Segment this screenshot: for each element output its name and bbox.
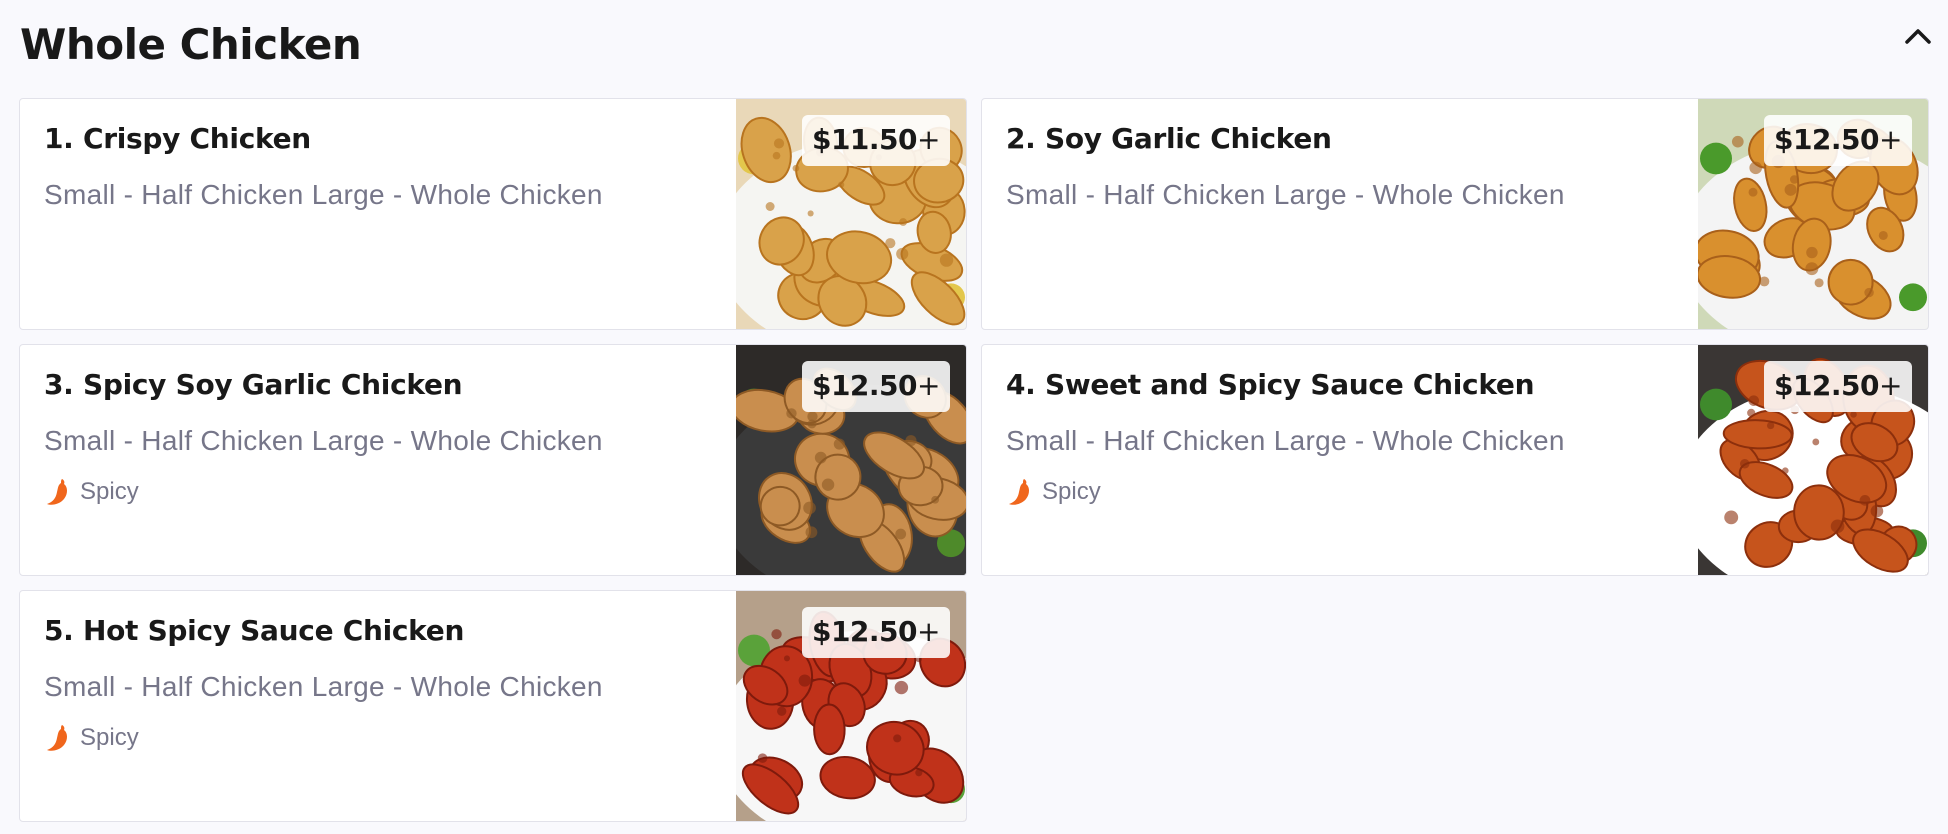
price-suffix: +: [917, 615, 940, 648]
menu-item-image: $12.50+: [736, 591, 966, 821]
menu-item-image: $12.50+: [1698, 99, 1928, 329]
menu-item-description: Small - Half Chicken Large - Whole Chick…: [1006, 179, 1565, 211]
menu-item-name: 2. Soy Garlic Chicken: [1006, 122, 1332, 155]
price-value: $12.50: [1773, 369, 1880, 402]
menu-item-info: 3. Spicy Soy Garlic Chicken Small - Half…: [44, 367, 716, 507]
section-title: Whole Chicken: [20, 19, 362, 69]
price-badge: $12.50+: [801, 607, 950, 658]
price-badge: $12.50+: [1763, 361, 1912, 412]
menu-item-name: 4. Sweet and Spicy Sauce Chicken: [1006, 368, 1535, 401]
menu-item-description: Small - Half Chicken Large - Whole Chick…: [44, 425, 603, 457]
menu-item-card-1[interactable]: 1. Crispy Chicken Small - Half Chicken L…: [19, 98, 967, 330]
spicy-label: Spicy: [80, 478, 139, 506]
spicy-tag: Spicy: [44, 723, 716, 753]
menu-item-name: 1. Crispy Chicken: [44, 122, 311, 155]
section-header: Whole Chicken: [20, 14, 1931, 74]
menu-item-card-5[interactable]: 5. Hot Spicy Sauce Chicken Small - Half …: [19, 590, 967, 822]
menu-item-image: $11.50+: [736, 99, 966, 329]
spicy-tag: Spicy: [1006, 477, 1678, 507]
price-value: $12.50: [811, 615, 918, 648]
chevron-up-icon: [1905, 29, 1931, 44]
menu-item-info: 4. Sweet and Spicy Sauce Chicken Small -…: [1006, 367, 1678, 507]
menu-item-card-3[interactable]: 3. Spicy Soy Garlic Chicken Small - Half…: [19, 344, 967, 576]
menu-item-description: Small - Half Chicken Large - Whole Chick…: [44, 179, 603, 211]
menu-item-image: $12.50+: [1698, 345, 1928, 575]
menu-item-card-2[interactable]: 2. Soy Garlic Chicken Small - Half Chick…: [981, 98, 1929, 330]
menu-item-name: 3. Spicy Soy Garlic Chicken: [44, 368, 463, 401]
price-value: $12.50: [1773, 123, 1880, 156]
menu-item-description: Small - Half Chicken Large - Whole Chick…: [44, 671, 603, 703]
menu-item-image: $12.50+: [736, 345, 966, 575]
price-badge: $12.50+: [1763, 115, 1912, 166]
chili-pepper-icon: [47, 725, 67, 752]
spicy-label: Spicy: [80, 724, 139, 752]
menu-item-info: 5. Hot Spicy Sauce Chicken Small - Half …: [44, 613, 716, 753]
price-value: $11.50: [811, 123, 918, 156]
price-suffix: +: [1879, 123, 1902, 156]
spicy-label: Spicy: [1042, 478, 1101, 506]
chili-pepper-icon: [47, 479, 67, 506]
menu-item-info: 2. Soy Garlic Chicken Small - Half Chick…: [1006, 121, 1678, 211]
menu-item-name: 5. Hot Spicy Sauce Chicken: [44, 614, 465, 647]
collapse-button[interactable]: [1898, 16, 1938, 56]
menu-section: Whole Chicken 1. Crispy Chicken Small - …: [0, 0, 1948, 834]
menu-item-info: 1. Crispy Chicken Small - Half Chicken L…: [44, 121, 716, 211]
price-suffix: +: [917, 369, 940, 402]
price-suffix: +: [1879, 369, 1902, 402]
menu-item-grid: 1. Crispy Chicken Small - Half Chicken L…: [19, 98, 1929, 822]
price-badge: $11.50+: [801, 115, 950, 166]
menu-item-description: Small - Half Chicken Large - Whole Chick…: [1006, 425, 1565, 457]
spicy-tag: Spicy: [44, 477, 716, 507]
price-value: $12.50: [811, 369, 918, 402]
price-badge: $12.50+: [801, 361, 950, 412]
price-suffix: +: [917, 123, 940, 156]
menu-item-card-4[interactable]: 4. Sweet and Spicy Sauce Chicken Small -…: [981, 344, 1929, 576]
chili-pepper-icon: [1009, 479, 1029, 506]
